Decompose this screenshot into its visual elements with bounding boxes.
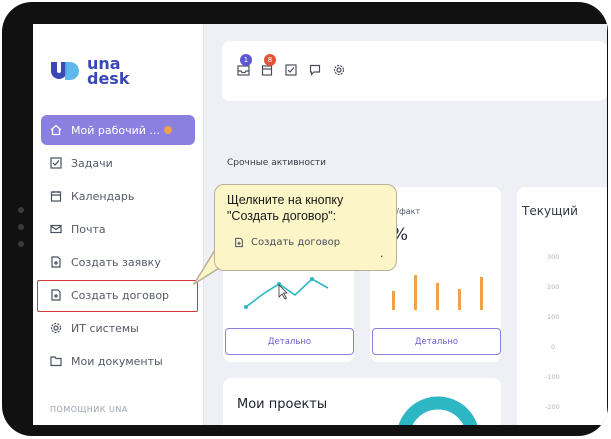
new-request-icon	[41, 256, 71, 268]
axis-tick: 100	[547, 313, 560, 321]
sidebar-item-label: Создать заявку	[71, 255, 161, 269]
tablet-frame: una desk Мой рабочий ... Задачи Календар…	[2, 2, 608, 436]
notification-dot	[163, 126, 172, 134]
bar	[480, 277, 483, 310]
callout-text-line: Щелкните на кнопку	[227, 193, 344, 207]
section-title: Срочные активности	[227, 158, 326, 168]
home-icon	[41, 124, 71, 136]
sidebar-item-label: Мой рабочий ...	[71, 123, 160, 137]
projects-card: Мои проекты	[223, 378, 501, 425]
logo[interactable]: una desk	[49, 56, 130, 88]
card-title: Текущий	[522, 204, 578, 218]
app-screen: una desk Мой рабочий ... Задачи Календар…	[33, 24, 607, 425]
sidebar: una desk Мой рабочий ... Задачи Календар…	[33, 24, 204, 425]
sidebar-section-label: ПОМОЩНИК UNA	[50, 405, 128, 414]
sidebar-item-my-documents[interactable]: Мои документы	[41, 346, 195, 376]
notification-badge: 1	[240, 54, 252, 66]
camera-dot	[18, 207, 24, 213]
details-button[interactable]: Детально	[372, 328, 501, 355]
callout-tooltip: Щелкните на кнопку "Создать договор": Со…	[214, 184, 397, 271]
logo-text-line2: desk	[87, 69, 130, 88]
tasks-icon	[41, 157, 71, 169]
calendar-icon	[41, 190, 71, 202]
axis-tick: -200	[545, 403, 560, 411]
donut-chart	[398, 396, 478, 425]
trend-point	[310, 277, 314, 281]
callout-dot: .	[380, 247, 384, 260]
current-card: Текущий 300 200 100 0 -100 -200	[517, 187, 607, 425]
bar	[392, 291, 395, 310]
sidebar-item-mail[interactable]: Почта	[41, 214, 195, 244]
axis-tick: -100	[545, 373, 560, 381]
camera-dot	[18, 224, 24, 230]
sidebar-item-it-systems[interactable]: ИТ системы	[41, 313, 195, 343]
axis-tick: 200	[547, 283, 560, 291]
documents-icon	[41, 355, 71, 367]
bar	[414, 275, 417, 310]
sidebar-item-label: Почта	[71, 222, 106, 236]
axis-tick: 0	[551, 343, 556, 351]
sidebar-item-create-request[interactable]: Создать заявку	[41, 247, 195, 277]
settings-icon[interactable]	[332, 63, 346, 77]
callout-text-line: "Создать договор":	[227, 209, 337, 223]
bar	[436, 283, 439, 310]
sidebar-item-label: Календарь	[71, 189, 135, 203]
inbox-icon[interactable]: 1	[236, 54, 252, 77]
sidebar-item-label: Задачи	[71, 156, 113, 170]
chat-icon[interactable]	[308, 63, 322, 77]
top-bar: 1 8	[222, 41, 607, 101]
details-button[interactable]: Детально	[225, 328, 354, 355]
it-systems-icon	[41, 322, 71, 334]
sidebar-item-calendar[interactable]: Календарь	[41, 181, 195, 211]
axis-tick: 300	[547, 253, 560, 261]
callout-button-label: Создать договор	[251, 236, 341, 248]
logo-icon	[51, 62, 79, 80]
new-contract-icon	[227, 237, 251, 248]
donut-segment	[398, 396, 478, 425]
highlight-frame	[37, 280, 198, 312]
checkbox-icon[interactable]	[284, 63, 298, 77]
calendar-icon[interactable]: 8	[260, 54, 276, 77]
sidebar-item-workspace[interactable]: Мой рабочий ...	[41, 115, 195, 145]
trend-point	[244, 305, 248, 309]
sidebar-item-label: ИТ системы	[71, 321, 139, 335]
camera-dot	[18, 241, 24, 247]
notification-badge: 8	[264, 54, 276, 66]
sidebar-item-tasks[interactable]: Задачи	[41, 148, 195, 178]
callout-create-contract-button[interactable]: Создать договор	[227, 230, 372, 254]
bar	[458, 289, 461, 310]
mail-icon	[41, 223, 71, 235]
sidebar-item-label: Мои документы	[71, 354, 163, 368]
